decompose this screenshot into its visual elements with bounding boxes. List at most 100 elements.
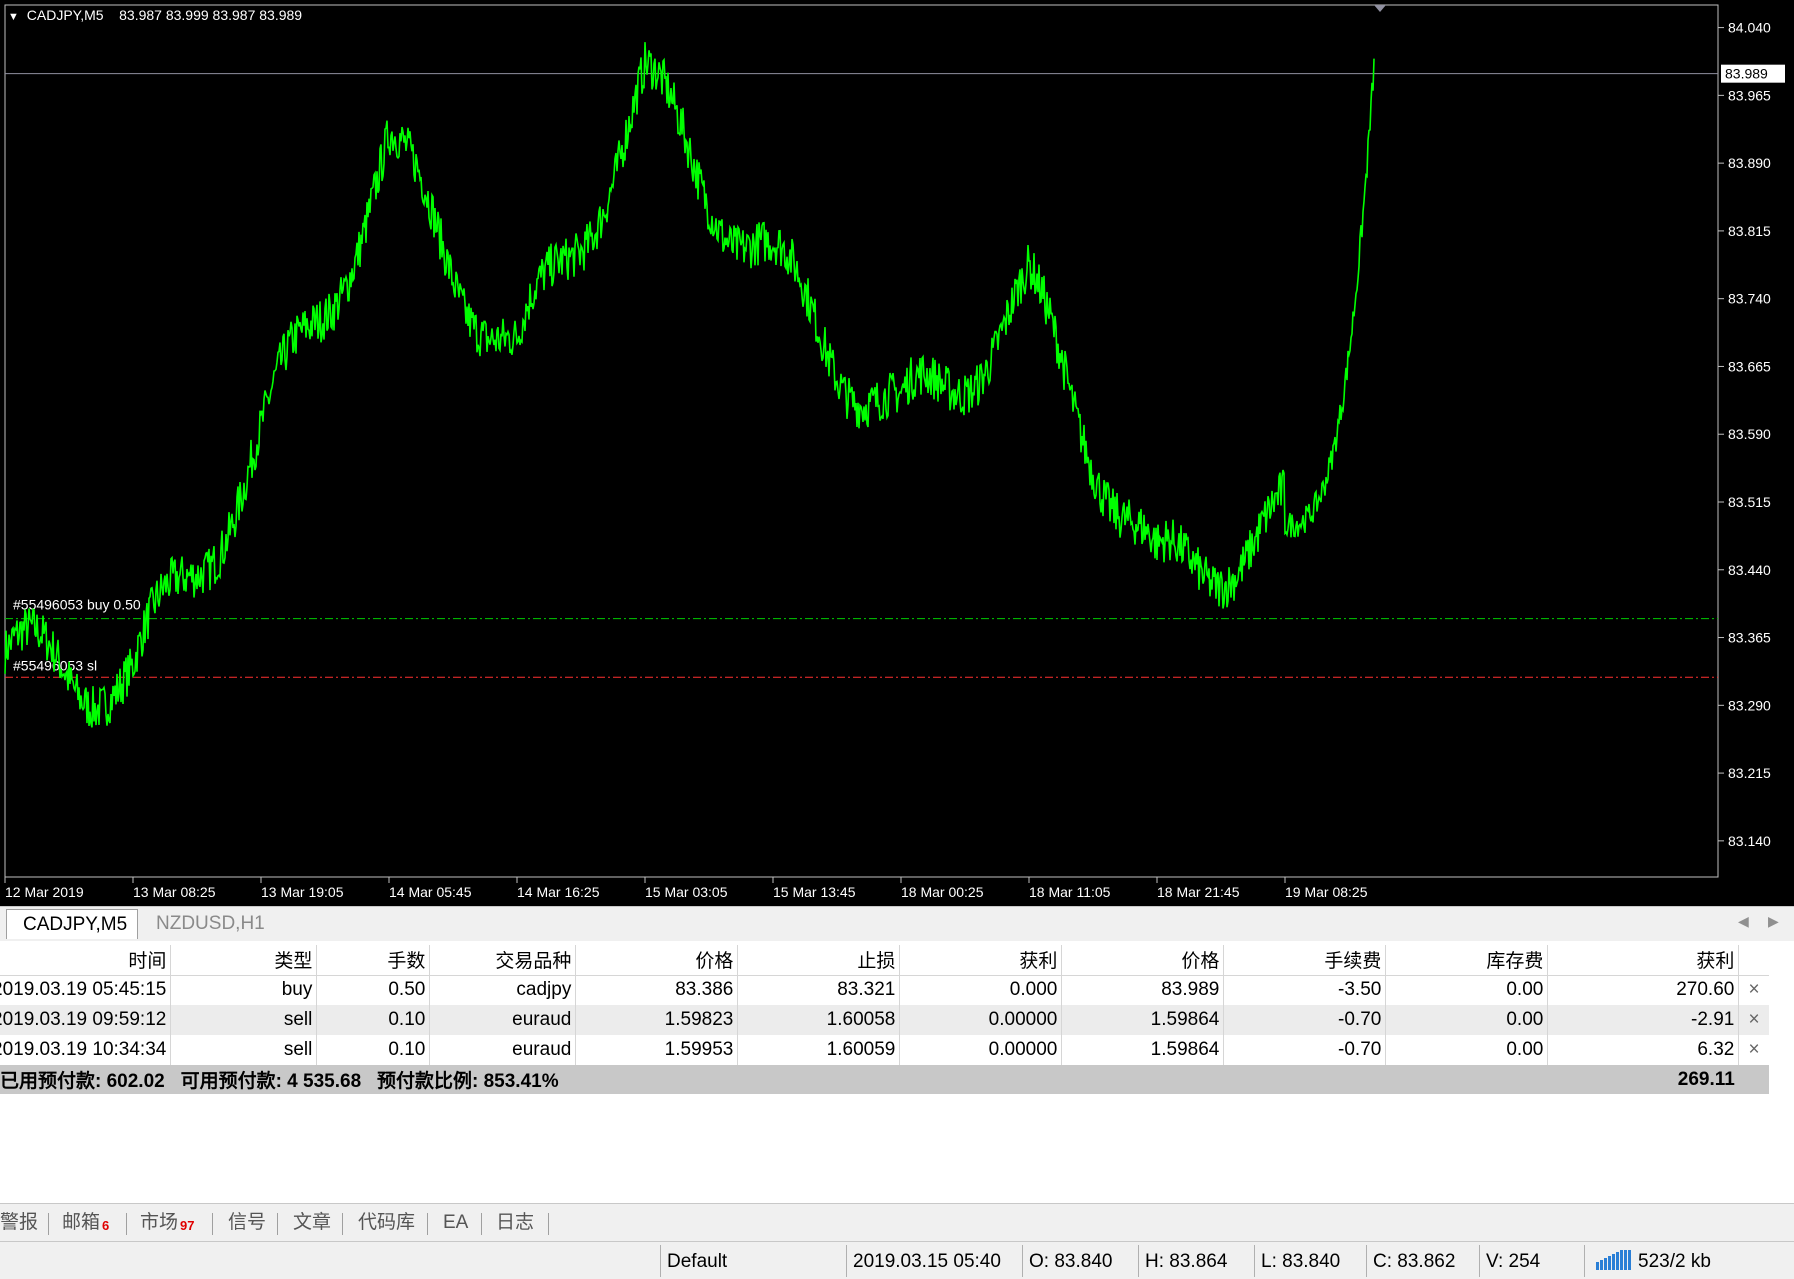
chart-menu-triangle-icon[interactable]: ▼ [8,11,19,23]
cell-profit: 270.60 [1547,975,1740,1005]
status-profile[interactable]: Default [667,1249,727,1275]
cell-take-profit[interactable]: 0.000 [899,975,1063,1005]
tab-nzdusd-h1[interactable]: NZDUSD,H1 [140,909,280,939]
table-row[interactable]: 2019.03.19 10:34:34 sell 0.10 euraud 1.5… [0,1035,1769,1065]
chart-ohlc: 83.987 83.999 83.987 83.989 [119,7,303,23]
cell-swap: 0.00 [1385,1035,1549,1065]
col-header-swap[interactable]: 库存费 [1385,945,1549,976]
status-open: O: 83.840 [1029,1251,1113,1272]
cell-symbol: euraud [429,1035,577,1065]
price-tick-label: 83.440 [1728,562,1771,578]
cell-open-price: 1.59953 [575,1035,739,1065]
chart-symbol: CADJPY,M5 [26,7,104,23]
cell-type: sell [170,1035,318,1065]
free-margin: 可用预付款: 4 535.68 [180,1071,362,1092]
cell-stop-loss[interactable]: 1.60059 [737,1035,901,1065]
time-tick-label: 14 Mar 16:25 [517,884,600,900]
time-tick-label: 19 Mar 08:25 [1285,884,1368,900]
terminal-tab-bar: 警报 邮箱 6 市场 97 信号 文章 代码库 EA 日志 [0,1203,1794,1242]
chevron-right-icon[interactable]: ▶ [1768,913,1779,930]
margin-level: 预付款比例: 853.41% [377,1071,559,1092]
cell-stop-loss[interactable]: 83.321 [737,975,901,1005]
time-tick-label: 12 Mar 2019 [5,884,84,900]
time-tick-label: 15 Mar 03:05 [645,884,728,900]
col-header-symbol[interactable]: 交易品种 [429,945,577,976]
cell-volume: 0.10 [316,1005,431,1035]
price-chart[interactable]: 84.040 83.965 83.890 83.815 83.740 83.665 83.5… [0,0,1794,906]
close-position-icon[interactable]: × [1739,1035,1769,1065]
chart-tab-bar: CADJPY,M5 NZDUSD,H1 ◀ ▶ [0,906,1794,942]
account-summary-row: 已用预付款: 602.02 可用预付款: 4 535.68 预付款比例: 853… [0,1065,1769,1094]
col-header-type[interactable]: 类型 [170,945,318,976]
chevron-left-icon[interactable]: ◀ [1738,913,1749,930]
close-position-icon[interactable]: × [1739,975,1769,1005]
cell-open-price: 1.59823 [575,1005,739,1035]
price-tick-label: 84.040 [1728,20,1771,36]
price-series-line [4,42,1375,728]
price-tick-label: 83.590 [1728,426,1771,442]
tab-code-base[interactable]: 代码库 [358,1210,415,1236]
status-bar: Default 2019.03.15 05:40 O: 83.840 H: 83… [0,1241,1794,1279]
tab-experts[interactable]: EA [443,1210,468,1236]
price-tick-label: 83.215 [1728,765,1771,781]
col-header-open-price[interactable]: 价格 [575,945,739,976]
signal-bars-icon [1596,1250,1632,1278]
cell-commission: -0.70 [1223,1035,1387,1065]
cell-current-price: 1.59864 [1061,1005,1225,1035]
tab-articles[interactable]: 文章 [293,1210,331,1236]
time-tick-label: 13 Mar 19:05 [261,884,344,900]
tab-cadjpy-m5[interactable]: CADJPY,M5 [6,909,138,939]
cell-profit: 6.32 [1547,1035,1740,1065]
col-header-time[interactable]: 时间 [0,945,172,976]
price-tick-label: 83.515 [1728,494,1771,510]
cell-profit: -2.91 [1547,1005,1740,1035]
plot-frame [4,4,1719,878]
cell-open-price: 83.386 [575,975,739,1005]
total-profit: 269.11 [1547,1065,1739,1094]
col-header-volume[interactable]: 手数 [316,945,431,976]
cell-swap: 0.00 [1385,975,1549,1005]
table-header-row: 时间 类型 手数 交易品种 价格 止损 获利 价格 手续费 库存费 获利 [0,945,1769,976]
col-header-commission[interactable]: 手续费 [1223,945,1387,976]
cell-type: buy [170,975,318,1005]
cell-take-profit[interactable]: 0.00000 [899,1035,1063,1065]
table-row[interactable]: 2019.03.19 09:59:12 sell 0.10 euraud 1.5… [0,1005,1769,1035]
col-header-take-profit[interactable]: 获利 [899,945,1063,976]
cell-symbol: euraud [429,1005,577,1035]
cell-commission: -3.50 [1223,975,1387,1005]
cell-stop-loss[interactable]: 1.60058 [737,1005,901,1035]
col-header-profit[interactable]: 获利 [1547,945,1740,976]
cell-time: 2019.03.19 05:45:15 [0,975,172,1005]
price-tick-label: 83.365 [1728,630,1771,646]
cell-take-profit[interactable]: 0.00000 [899,1005,1063,1035]
cell-time: 2019.03.19 09:59:12 [0,1005,172,1035]
cell-symbol: cadjpy [429,975,577,1005]
col-header-current-price[interactable]: 价格 [1061,945,1225,976]
time-tick-label: 15 Mar 13:45 [773,884,856,900]
status-low: L: 83.840 [1261,1251,1341,1272]
connection-status[interactable]: 523/2 kb [1596,1249,1711,1275]
mailbox-badge: 6 [102,1218,110,1233]
tab-journal[interactable]: 日志 [496,1210,534,1236]
tab-signals[interactable]: 信号 [228,1210,266,1236]
cell-swap: 0.00 [1385,1005,1549,1035]
tab-alerts[interactable]: 警报 [0,1210,38,1236]
traffic-text: 523/2 kb [1638,1251,1711,1272]
price-tick-label: 83.965 [1728,87,1771,103]
time-tick-label: 18 Mar 21:45 [1157,884,1240,900]
col-header-stop-loss[interactable]: 止损 [737,945,901,976]
chart-shift-marker-icon[interactable] [1374,5,1386,12]
time-tick-label: 13 Mar 08:25 [133,884,216,900]
close-position-icon[interactable]: × [1738,1005,1769,1035]
chart-canvas[interactable]: 84.040 83.965 83.890 83.815 83.740 83.665 83.5… [0,0,1794,906]
tab-mailbox[interactable]: 邮箱 6 [62,1210,109,1236]
time-tick-label: 18 Mar 11:05 [1029,884,1111,900]
status-close: C: 83.862 [1373,1251,1456,1272]
price-tick-label: 83.140 [1728,833,1771,849]
current-price-label: 83.989 [1725,66,1768,82]
price-tick-label: 83.290 [1728,697,1771,713]
table-row[interactable]: 2019.03.19 05:45:15 buy 0.50 cadjpy 83.3… [0,975,1769,1005]
status-high: H: 83.864 [1145,1251,1228,1272]
market-badge: 97 [180,1218,195,1233]
tab-market[interactable]: 市场 97 [140,1210,194,1236]
